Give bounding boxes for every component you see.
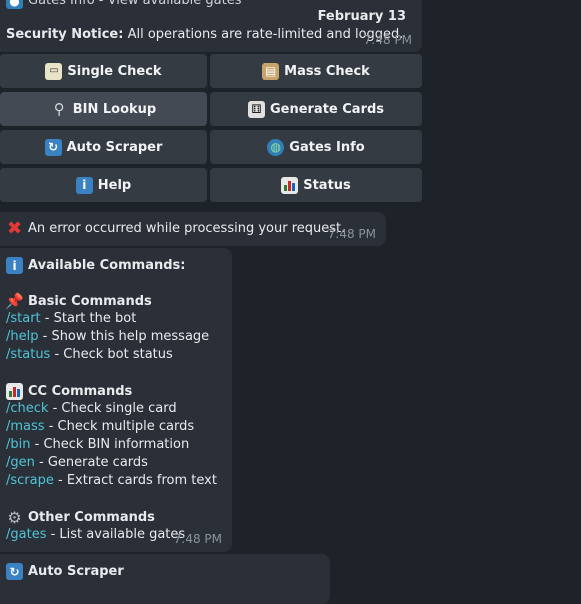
error-message: ✖ An error occurred while processing you… <box>0 212 386 246</box>
command-link[interactable]: /start <box>6 311 41 326</box>
auto-scraper-title: ↻ Auto Scraper <box>6 563 124 580</box>
cross-icon: ✖ <box>6 217 23 239</box>
section-heading-cc: CC Commands <box>6 383 132 400</box>
list-item: /gen - Generate cards <box>6 455 148 470</box>
auto-scraper-button[interactable]: ↻ Auto Scraper <box>0 130 207 164</box>
command-link[interactable]: /gen <box>6 455 35 470</box>
section-heading-other: ⚙ Other Commands <box>7 507 155 527</box>
list-item: /start - Start the bot <box>6 311 137 326</box>
command-link[interactable]: /mass <box>6 419 45 434</box>
bin-lookup-button[interactable]: ⚲ BIN Lookup <box>0 92 207 126</box>
generate-cards-button[interactable]: ⚅ Generate Cards <box>210 92 422 126</box>
command-link[interactable]: /status <box>6 347 50 362</box>
help-message: i Available Commands: 📌 Basic Commands /… <box>0 248 232 552</box>
magnifier-icon: ⚲ <box>53 99 65 118</box>
bar-chart-icon <box>281 176 299 194</box>
dice-icon: ⚅ <box>247 100 265 118</box>
gear-icon: ⚙ <box>7 507 22 527</box>
command-link[interactable]: /scrape <box>6 473 54 488</box>
list-item: /status - Check bot status <box>6 347 173 362</box>
error-line: ✖ An error occurred while processing you… <box>6 217 346 239</box>
command-link[interactable]: /gates <box>6 527 46 542</box>
list-item: /mass - Check multiple cards <box>6 419 195 434</box>
message-time: 7:48 PM <box>363 33 412 47</box>
message-time: 7:48 PM <box>173 532 222 546</box>
auto-scraper-message: ↻ Auto Scraper <box>0 554 330 604</box>
globe-icon: ◍ <box>267 138 285 156</box>
help-button[interactable]: i Help <box>0 168 207 202</box>
single-check-button[interactable]: ▭ Single Check <box>0 54 207 88</box>
clipboard-icon: ▤ <box>262 62 280 80</box>
pin-icon: 📌 <box>5 292 24 310</box>
date-label: February 13 <box>317 9 406 24</box>
bar-chart-icon <box>6 383 23 400</box>
help-title: i Available Commands: <box>6 257 185 274</box>
list-item: /bin - Check BIN information <box>6 437 190 452</box>
mass-check-button[interactable]: ▤ Mass Check <box>210 54 422 88</box>
command-link[interactable]: /bin <box>6 437 30 452</box>
list-item: /check - Check single card <box>6 401 177 416</box>
info-icon: i <box>75 176 93 194</box>
security-notice-message: ● Gates Info - View available gates Febr… <box>0 0 422 52</box>
list-item: /gates - List available gates <box>6 527 186 542</box>
list-item: /help - Show this help message <box>6 329 210 344</box>
section-heading-basic: 📌 Basic Commands <box>5 292 152 310</box>
globe-icon: ● <box>6 0 23 9</box>
security-notice-line: Security Notice: All operations are rate… <box>6 27 404 42</box>
list-item: /scrape - Extract cards from text <box>6 473 217 488</box>
info-icon: i <box>6 257 23 274</box>
card-icon: ▭ <box>45 62 63 80</box>
refresh-icon: ↻ <box>6 563 23 580</box>
message-header-partial: ● Gates Info - View available gates <box>6 0 241 9</box>
gates-info-button[interactable]: ◍ Gates Info <box>210 130 422 164</box>
message-time: 7:48 PM <box>327 227 376 241</box>
command-link[interactable]: /check <box>6 401 48 416</box>
status-button[interactable]: Status <box>210 168 422 202</box>
command-link[interactable]: /help <box>6 329 38 344</box>
refresh-icon: ↻ <box>44 138 62 156</box>
